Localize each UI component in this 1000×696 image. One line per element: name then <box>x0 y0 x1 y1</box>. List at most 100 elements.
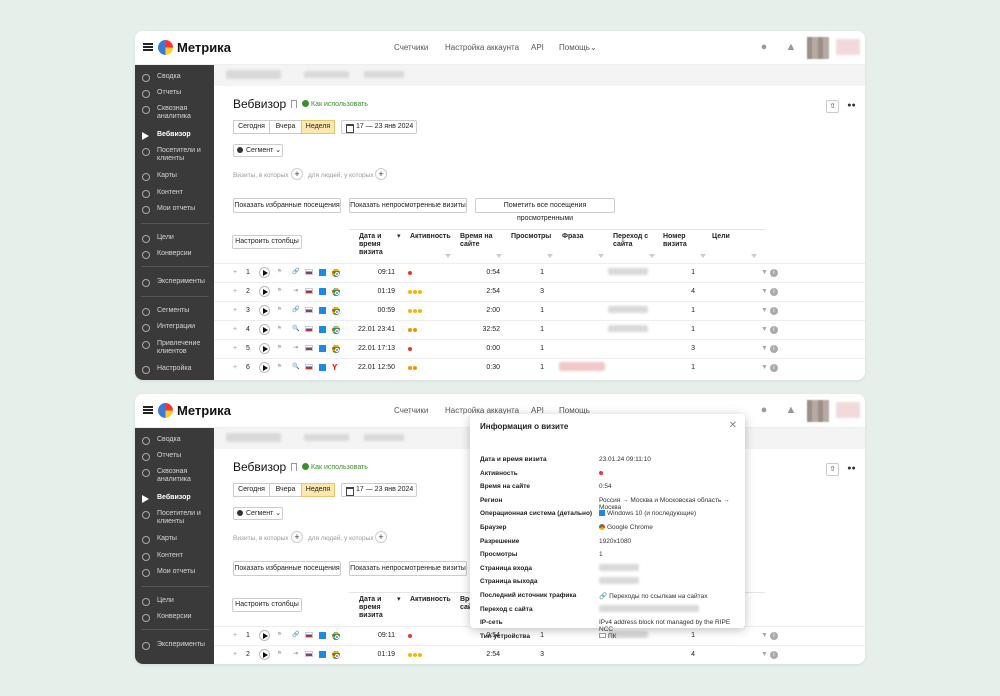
mark-all-viewed-button[interactable]: Пометить все посещения просмотренными <box>475 198 615 222</box>
expand-icon[interactable]: + <box>233 269 237 277</box>
filter-icon[interactable]: ▼ <box>761 632 768 639</box>
howto-link[interactable]: Как использовать <box>302 463 368 471</box>
col-activity[interactable]: Активность <box>410 233 451 241</box>
bell-icon[interactable]: ▲ <box>785 404 797 416</box>
flag-icon[interactable]: ⚑ <box>276 345 283 352</box>
table-row[interactable]: +5 ⚑ ⇥ 22.01 17:13 0:00 1 3 ▼ i <box>214 339 865 358</box>
info-icon[interactable]: i <box>769 269 778 277</box>
col-time-on-site[interactable]: Время на сайте <box>460 233 494 249</box>
bookmark-icon[interactable] <box>291 100 297 108</box>
share-icon[interactable]: ⇧ <box>826 100 839 113</box>
expand-icon[interactable]: + <box>233 307 237 315</box>
row-actions[interactable]: ▼ i <box>761 288 778 296</box>
expand-icon[interactable]: + <box>233 632 237 640</box>
sort-icon[interactable]: ▾ <box>397 596 401 604</box>
chat-icon[interactable]: ● <box>758 404 770 416</box>
info-icon[interactable]: i <box>769 307 778 315</box>
segment-dropdown[interactable]: Сегмент ⌄ <box>233 144 283 157</box>
filter-icon[interactable]: ▼ <box>761 288 768 295</box>
play-icon[interactable] <box>259 362 270 373</box>
settings-dots-icon[interactable]: ●● <box>845 100 858 113</box>
period-today[interactable]: Сегодня <box>233 120 270 134</box>
show-favorites-button[interactable]: Показать избранные посещения <box>233 198 341 213</box>
col-goals[interactable]: Цели <box>712 233 730 241</box>
row-actions[interactable]: ▼ i <box>761 364 778 372</box>
date-range-picker[interactable]: 17 — 23 янв 2024 <box>341 483 417 497</box>
table-row[interactable]: +6 ⚑ 🔍 Y 22.01 12:50 0:30 1 1 ▼ i <box>214 358 865 377</box>
flag-icon[interactable]: ⚑ <box>276 364 283 371</box>
info-icon[interactable]: i <box>769 364 778 372</box>
play-icon[interactable] <box>259 343 270 354</box>
expand-icon[interactable]: + <box>233 345 237 353</box>
col-activity[interactable]: Активность <box>410 596 451 604</box>
filter-icon[interactable] <box>598 254 604 258</box>
col-datetime[interactable]: Дата и время визита <box>359 596 397 620</box>
filter-icon[interactable] <box>700 254 706 258</box>
settings-dots-icon[interactable]: ●● <box>845 463 858 476</box>
info-icon[interactable]: i <box>769 326 778 334</box>
col-views[interactable]: Просмотры <box>511 233 551 241</box>
info-icon[interactable]: i <box>769 632 778 640</box>
configure-columns-button[interactable]: Настроить столбцы <box>232 598 302 612</box>
row-actions[interactable]: ▼ i <box>761 651 778 659</box>
flag-icon[interactable]: ⚑ <box>276 632 283 639</box>
sort-icon[interactable]: ▾ <box>397 233 401 241</box>
menu-icon[interactable] <box>143 406 153 414</box>
period-yesterday[interactable]: Вчера <box>269 120 302 134</box>
expand-icon[interactable]: + <box>233 651 237 659</box>
flag-icon[interactable]: ⚑ <box>276 651 283 658</box>
nav-counters[interactable]: Счетчики <box>394 406 428 415</box>
nav-counters[interactable]: Счетчики <box>394 43 428 52</box>
avatar[interactable] <box>807 37 829 59</box>
period-yesterday[interactable]: Вчера <box>269 483 302 497</box>
bookmark-icon[interactable] <box>291 463 297 471</box>
nav-api[interactable]: API <box>531 43 544 52</box>
row-actions[interactable]: ▼ i <box>761 345 778 353</box>
show-favorites-button[interactable]: Показать избранные посещения <box>233 561 341 576</box>
filter-icon[interactable]: ▼ <box>761 326 768 333</box>
howto-link[interactable]: Как использовать <box>302 100 368 108</box>
add-people-condition-button[interactable]: + <box>375 531 387 543</box>
configure-columns-button[interactable]: Настроить столбцы <box>232 235 302 249</box>
info-icon[interactable]: i <box>769 288 778 296</box>
filter-icon[interactable] <box>649 254 655 258</box>
play-icon[interactable] <box>259 649 270 660</box>
close-icon[interactable]: ✕ <box>729 420 737 431</box>
play-icon[interactable] <box>259 305 270 316</box>
show-unviewed-button[interactable]: Показать непросмотренные визиты <box>349 561 467 576</box>
date-range-picker[interactable]: 17 — 23 янв 2024 <box>341 120 417 134</box>
row-actions[interactable]: ▼ i <box>761 632 778 640</box>
table-row[interactable]: +1 ⚑ 🔗 09:11 0:54 1 1 ▼ i <box>214 626 865 645</box>
add-visit-condition-button[interactable]: + <box>291 531 303 543</box>
filter-icon[interactable]: ▼ <box>761 269 768 276</box>
add-visit-condition-button[interactable]: + <box>291 168 303 180</box>
nav-account-settings[interactable]: Настройка аккаунта <box>445 43 519 52</box>
bell-icon[interactable]: ▲ <box>785 41 797 53</box>
row-actions[interactable]: ▼ i <box>761 326 778 334</box>
flag-icon[interactable]: ⚑ <box>276 326 283 333</box>
play-icon[interactable] <box>259 286 270 297</box>
play-icon[interactable] <box>259 324 270 335</box>
show-unviewed-button[interactable]: Показать непросмотренные визиты <box>349 198 467 213</box>
expand-icon[interactable]: + <box>233 288 237 296</box>
play-icon[interactable] <box>259 630 270 641</box>
row-actions[interactable]: ▼ i <box>761 307 778 315</box>
table-row[interactable]: +3 ⚑ 🔗 00:59 2:00 1 1 ▼ i <box>214 301 865 320</box>
period-today[interactable]: Сегодня <box>233 483 270 497</box>
play-icon[interactable] <box>259 267 270 278</box>
flag-icon[interactable]: ⚑ <box>276 288 283 295</box>
col-datetime[interactable]: Дата и время визита <box>359 233 397 257</box>
filter-icon[interactable]: ▼ <box>761 307 768 314</box>
period-week[interactable]: Неделя <box>301 120 335 134</box>
segment-dropdown[interactable]: Сегмент ⌄ <box>233 507 283 520</box>
table-row[interactable]: +4 ⚑ 🔍 22.01 23:41 32:52 1 1 ▼ i <box>214 320 865 339</box>
filter-icon[interactable] <box>445 254 451 258</box>
col-visit-number[interactable]: Номер визита <box>663 233 701 249</box>
flag-icon[interactable]: ⚑ <box>276 307 283 314</box>
flag-icon[interactable]: ⚑ <box>276 269 283 276</box>
filter-icon[interactable] <box>751 254 757 258</box>
expand-icon[interactable]: + <box>233 326 237 334</box>
col-referrer[interactable]: Переход с сайта <box>613 233 653 249</box>
filter-icon[interactable]: ▼ <box>761 364 768 371</box>
col-phrase[interactable]: Фраза <box>562 233 584 241</box>
